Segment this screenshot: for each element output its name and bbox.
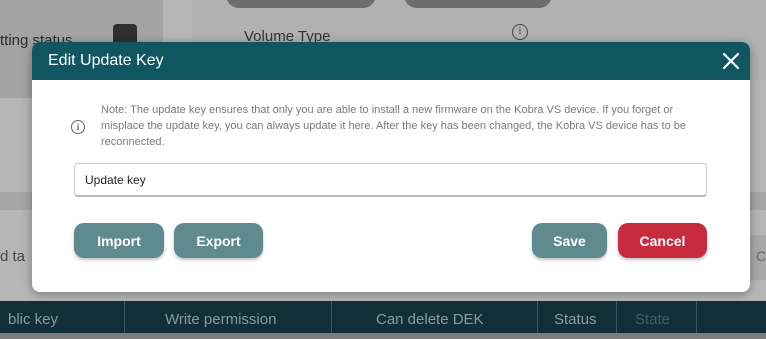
- background-right-fragment: C: [750, 235, 766, 280]
- background-right-text: C: [756, 248, 766, 264]
- cancel-button[interactable]: Cancel: [618, 223, 707, 258]
- close-button[interactable]: [718, 48, 744, 74]
- update-key-input[interactable]: [74, 163, 707, 197]
- column-header: Can delete DEK: [332, 301, 538, 333]
- import-button[interactable]: Import: [74, 223, 164, 258]
- info-icon: i: [71, 120, 85, 134]
- background-left-fragment: d ta: [0, 235, 30, 280]
- edit-update-key-dialog: Edit Update Key i Note: The update key e…: [32, 42, 750, 292]
- column-header: Status: [538, 301, 617, 333]
- background-button: [226, 0, 376, 8]
- info-icon: i: [512, 24, 528, 40]
- column-header: Write permission: [125, 301, 332, 333]
- note-text: Note: The update key ensures that only y…: [101, 104, 687, 148]
- background-table-header: blic key Write permission Can delete DEK…: [0, 301, 766, 333]
- export-button[interactable]: Export: [174, 223, 263, 258]
- save-button[interactable]: Save: [532, 223, 607, 258]
- dialog-header: Edit Update Key: [32, 42, 750, 80]
- background-left-text: d ta: [0, 248, 26, 265]
- close-icon: [722, 52, 740, 70]
- column-header: blic key: [0, 301, 125, 333]
- note-block: i Note: The update key ensures that only…: [71, 102, 714, 150]
- background-button: [404, 0, 552, 8]
- column-header: State: [617, 301, 697, 333]
- dialog-title: Edit Update Key: [48, 52, 164, 69]
